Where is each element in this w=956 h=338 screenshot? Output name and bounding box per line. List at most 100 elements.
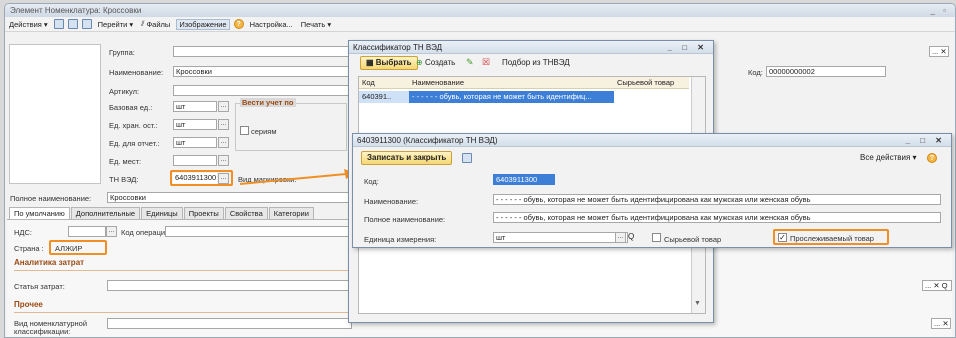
scroll-down-icon[interactable]: ▼ <box>694 300 701 307</box>
tnved-select[interactable]: ... <box>218 173 229 184</box>
article-field[interactable] <box>173 85 353 96</box>
image-placeholder[interactable] <box>9 44 101 184</box>
tab-default[interactable]: По умолчанию <box>9 207 70 219</box>
operation-code-label: Код операции: <box>121 228 172 237</box>
series-label: сериям <box>251 127 277 136</box>
item-name-label: Наименование: <box>364 197 419 206</box>
vat-field[interactable] <box>68 226 106 237</box>
tab-additional[interactable]: Дополнительные <box>70 207 141 219</box>
cost-analytics-separator <box>14 270 349 271</box>
traceable-label: Прослеживаемый товар <box>790 234 874 243</box>
item-code-field[interactable]: 6403911300 <box>493 174 555 185</box>
save-icon[interactable] <box>53 19 64 29</box>
col-name[interactable]: Наименование <box>409 77 559 89</box>
place-unit-field[interactable] <box>173 155 217 166</box>
report-unit-select[interactable]: ... <box>218 137 229 148</box>
unit-search-icon[interactable]: Q <box>628 232 634 241</box>
goto-menu[interactable]: Перейти ▾ <box>96 20 135 29</box>
create-button[interactable]: ⊕ Создать <box>416 56 455 70</box>
files-button[interactable]: ⫽ Файлы <box>139 19 172 29</box>
report-unit-label: Ед. для отчет.: <box>109 139 160 148</box>
save-icon[interactable] <box>462 153 472 163</box>
full-name-field[interactable]: Кроссовки <box>107 192 352 203</box>
other-separator <box>14 312 349 313</box>
structure-icon[interactable] <box>67 19 78 29</box>
group-clear[interactable]: ... ✕ <box>929 46 949 57</box>
item-name-field[interactable]: - - - - - - обувь, которая не может быть… <box>493 194 941 205</box>
tab-properties[interactable]: Свойства <box>224 207 268 219</box>
operation-code-field[interactable] <box>165 226 351 237</box>
raw-goods-checkbox[interactable] <box>652 233 661 242</box>
other-heading: Прочее <box>14 300 43 309</box>
nomenclature-kind-label: Вид номенклатурной классификации: <box>14 319 88 336</box>
nomenclature-kind-field[interactable] <box>107 318 352 329</box>
attachment-icon: ⫽ <box>141 19 145 28</box>
cost-item-field[interactable] <box>107 280 352 291</box>
main-titlebar: Элемент Номенклатура: Кроссовки _ ▫ <box>5 4 955 17</box>
window-title: Элемент Номенклатура: Кроссовки <box>10 6 142 15</box>
main-toolbar: Действия ▾ Перейти ▾ ⫽ Файлы Изображение … <box>5 17 955 32</box>
tab-categories[interactable]: Категории <box>268 207 314 219</box>
all-actions-menu[interactable]: Все действия ▾ <box>860 151 917 165</box>
vat-label: НДС: <box>14 228 32 237</box>
classifier-titlebar: Классификатор ТН ВЭД _ □ ✕ <box>349 41 713 54</box>
group-field[interactable] <box>173 46 353 57</box>
name-field[interactable]: Кроссовки <box>173 66 353 77</box>
delete-icon[interactable]: ☒ <box>482 57 490 68</box>
select-icon: ▦ <box>366 58 376 67</box>
tab-units[interactable]: Единицы <box>141 207 183 219</box>
country-value[interactable]: АЛЖИР <box>55 244 82 253</box>
tnved-field[interactable]: 6403911300 <box>173 173 217 184</box>
edit-icon[interactable]: ✎ <box>466 57 474 68</box>
cost-item-label: Статья затрат: <box>14 282 65 291</box>
nomenclature-kind-actions[interactable]: ... ✕ <box>931 318 951 329</box>
col-code[interactable]: Код <box>359 77 409 89</box>
window-controls[interactable]: _ ▫ <box>930 4 949 17</box>
tab-projects[interactable]: Проекты <box>183 207 224 219</box>
unit-select[interactable]: ... <box>615 232 626 243</box>
col-raw[interactable]: Сырьевой товар <box>614 77 694 89</box>
base-unit-select[interactable]: ... <box>218 101 229 112</box>
raw-goods-label: Сырьевой товар <box>664 235 722 244</box>
copy-icon[interactable] <box>81 19 92 29</box>
series-checkbox[interactable] <box>240 126 249 135</box>
pick-from-tnved-button[interactable]: Подбор из ТНВЭД <box>502 56 570 70</box>
print-menu[interactable]: Печать ▾ <box>299 20 333 29</box>
help-icon[interactable]: ? <box>927 153 937 163</box>
base-unit-field[interactable]: шт <box>173 101 217 112</box>
row-name: - - - - - - обувь, которая не может быть… <box>409 91 614 103</box>
item-full-name-field[interactable]: - - - - - - обувь, которая не может быть… <box>493 212 941 223</box>
cost-analytics-heading: Аналитика затрат <box>14 258 85 267</box>
storage-unit-label: Ед. хран. ост.: <box>109 121 158 130</box>
full-name-label: Полное наименование: <box>10 194 92 203</box>
save-close-button[interactable]: Записать и закрыть <box>361 151 453 165</box>
storage-unit-select[interactable]: ... <box>218 119 229 130</box>
classifier-grid-header: Код Наименование Сырьевой товар <box>359 77 689 89</box>
create-icon: ⊕ <box>416 58 423 67</box>
name-label: Наименование: <box>109 68 164 77</box>
cost-item-actions[interactable]: ... ✕ Q <box>922 280 952 291</box>
place-unit-select[interactable]: ... <box>218 155 229 166</box>
article-label: Артикул: <box>109 87 140 96</box>
country-label: Страна : <box>14 244 44 253</box>
select-button[interactable]: ▦ Выбрать <box>360 56 418 70</box>
tnved-label: ТН ВЭД: <box>109 175 139 184</box>
classifier-window-controls[interactable]: _ □ ✕ <box>668 41 708 54</box>
image-button[interactable]: Изображение <box>176 18 230 30</box>
code-label: Код: <box>748 68 763 77</box>
traceable-checkbox[interactable]: ✓ <box>778 233 787 242</box>
place-unit-label: Ед. мест: <box>109 157 142 166</box>
unit-field[interactable]: шт <box>493 232 628 243</box>
table-row[interactable]: 640391.. - - - - - - обувь, которая не м… <box>359 91 614 103</box>
accounting-group-label: Вести учет по <box>240 98 296 107</box>
item-window-controls[interactable]: _ □ ✕ <box>906 134 946 147</box>
row-code: 640391.. <box>362 92 392 101</box>
report-unit-field[interactable]: шт <box>173 137 217 148</box>
base-unit-label: Базовая ед.: <box>109 103 153 112</box>
help-icon[interactable]: ? <box>233 19 244 29</box>
actions-menu[interactable]: Действия ▾ <box>7 20 50 29</box>
storage-unit-field[interactable]: шт <box>173 119 217 130</box>
code-field[interactable]: 00000000002 <box>766 66 886 77</box>
vat-select[interactable]: ... <box>106 226 117 237</box>
settings-button[interactable]: Настройка... <box>248 20 295 29</box>
